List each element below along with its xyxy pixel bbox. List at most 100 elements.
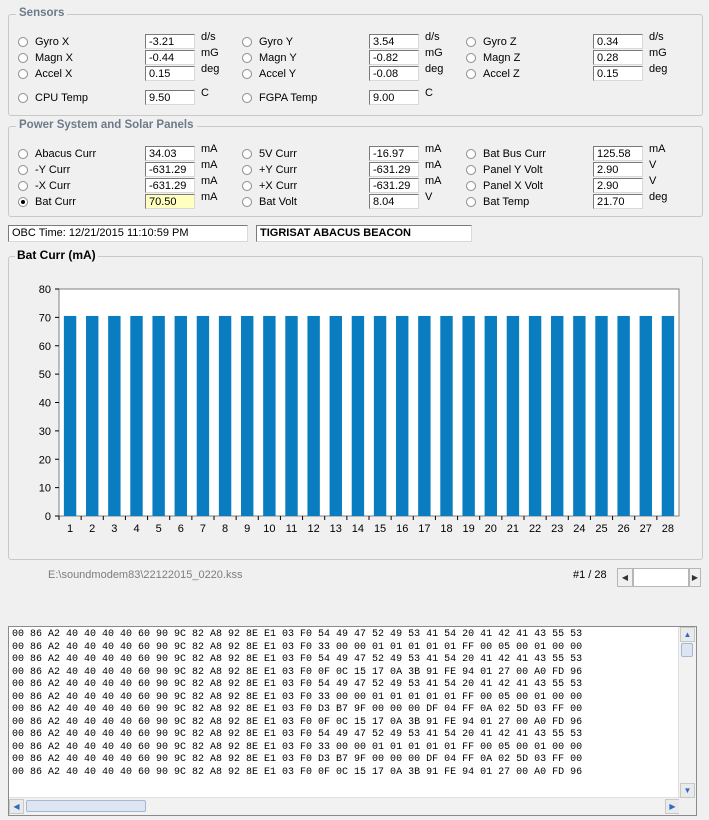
bar <box>528 315 542 516</box>
x-tick-label: 9 <box>244 523 250 535</box>
fgpa-temp-value-field: 9.00 <box>369 90 419 105</box>
radio-circle-icon[interactable] <box>242 69 252 79</box>
radio-circle-icon[interactable] <box>242 197 252 207</box>
hex-line: 00 86 A2 40 40 40 40 60 90 9C 82 A8 92 8… <box>12 729 583 740</box>
x-tick-label: 20 <box>485 523 497 535</box>
hex-line: 00 86 A2 40 40 40 40 60 90 9C 82 A8 92 8… <box>12 716 583 728</box>
x-tick-label: 1 <box>67 523 73 535</box>
radio-circle-icon[interactable] <box>18 53 28 63</box>
radio-circle-icon[interactable] <box>466 69 476 79</box>
scroll-left-arrow-icon[interactable]: ◀ <box>9 799 24 814</box>
bar <box>285 315 298 516</box>
5v-curr-unit: mA <box>425 143 442 155</box>
radio-label: Gyro Y <box>259 36 294 48</box>
gyro-z-unit: d/s <box>649 31 664 43</box>
radio-circle-icon[interactable] <box>18 149 28 159</box>
radio-circle-icon[interactable] <box>242 93 252 103</box>
panel-y-volt-value-field: 2.90 <box>593 162 643 177</box>
horizontal-scrollbar[interactable]: ◀ ▶ <box>9 797 680 815</box>
radio-circle-icon[interactable] <box>466 53 476 63</box>
y-tick-label: 0 <box>45 511 51 523</box>
prev-record-button[interactable]: ◀ <box>617 568 633 587</box>
panel-x-volt-unit: V <box>649 175 657 187</box>
horizontal-scroll-thumb[interactable] <box>26 800 146 812</box>
x-curr-unit: mA <box>201 175 218 187</box>
y-tick-label: 70 <box>39 312 51 324</box>
record-scroll-track[interactable] <box>633 568 689 587</box>
radio-circle-icon[interactable] <box>18 165 28 175</box>
magn-y-value-field: -0.82 <box>369 50 419 65</box>
radio-circle-icon[interactable] <box>242 149 252 159</box>
radio-circle-icon[interactable] <box>18 181 28 191</box>
magn-z-value-field: 0.28 <box>593 50 643 65</box>
cpu-temp-value-field: 9.50 <box>145 90 195 105</box>
abacus-curr-value-field: 34.03 <box>145 146 195 161</box>
accel-y-value-field: -0.08 <box>369 66 419 81</box>
scroll-down-arrow-icon[interactable]: ▼ <box>680 783 695 798</box>
gyro-x-unit: d/s <box>201 31 216 43</box>
radio-circle-icon[interactable] <box>466 197 476 207</box>
x-tick-label: 27 <box>640 523 652 535</box>
abacus-curr-unit: mA <box>201 143 218 155</box>
plot-area <box>58 288 680 517</box>
radio-circle-icon[interactable] <box>242 53 252 63</box>
gyro-y-value-field: 3.54 <box>369 34 419 49</box>
radio-label: 5V Curr <box>259 148 297 160</box>
radio-label: Bat Curr <box>35 196 76 208</box>
hex-line: 00 86 A2 40 40 40 40 60 90 9C 82 A8 92 8… <box>12 629 583 640</box>
radio-label: Magn Z <box>483 52 521 64</box>
bar <box>196 315 210 516</box>
radio-circle-icon[interactable] <box>18 37 28 47</box>
scroll-right-arrow-icon[interactable]: ▶ <box>665 799 680 814</box>
x-tick-label: 22 <box>529 523 541 535</box>
magn-y-unit: mG <box>425 47 443 59</box>
radio-label: Magn Y <box>259 52 297 64</box>
bar <box>152 315 165 516</box>
sensors-group: Sensors <box>8 7 703 116</box>
hex-line: 00 86 A2 40 40 40 40 60 90 9C 82 A8 92 8… <box>12 691 583 703</box>
fgpa-temp-unit: C <box>425 87 433 99</box>
y-tick-label: 20 <box>39 454 51 466</box>
radio-circle-icon[interactable] <box>18 197 28 207</box>
vertical-scrollbar[interactable]: ▲ ▼ <box>678 627 696 798</box>
gyro-y-unit: d/s <box>425 31 440 43</box>
hex-line: 00 86 A2 40 40 40 40 60 90 9C 82 A8 92 8… <box>12 654 583 665</box>
x-tick-label: 11 <box>286 523 297 535</box>
y-curr-unit: mA <box>201 159 218 171</box>
y-curr-value-field: -631.29 <box>145 162 195 177</box>
radio-circle-icon[interactable] <box>466 181 476 191</box>
x-tick-label: 18 <box>440 523 452 535</box>
radio-circle-icon[interactable] <box>242 165 252 175</box>
x-tick-label: 4 <box>133 523 139 535</box>
radio-circle-icon[interactable] <box>242 37 252 47</box>
hex-dump-textbox[interactable]: 00 86 A2 40 40 40 40 60 90 9C 82 A8 92 8… <box>8 626 697 816</box>
chart-group: Bat Curr (mA) 0 10 20 30 40 50 60 70 80 1 2 3 4 5 6 7 8 9… <box>8 248 703 560</box>
bar <box>396 315 409 516</box>
radio-circle-icon[interactable] <box>466 37 476 47</box>
bar <box>218 315 232 516</box>
radio-circle-icon[interactable] <box>466 149 476 159</box>
scroll-up-arrow-icon[interactable]: ▲ <box>680 627 695 642</box>
y-curr-value-field: -631.29 <box>369 162 419 177</box>
x-tick-label: 25 <box>595 523 607 535</box>
bar <box>418 315 431 516</box>
x-tick-label: 10 <box>263 523 275 535</box>
radio-circle-icon[interactable] <box>18 93 28 103</box>
vertical-scroll-thumb[interactable] <box>681 643 693 657</box>
radio-circle-icon[interactable] <box>18 69 28 79</box>
radio-label: Bat Bus Curr <box>483 148 546 160</box>
x-tick-label: 5 <box>156 523 162 535</box>
hex-line: 00 86 A2 40 40 40 40 60 90 9C 82 A8 92 8… <box>12 704 583 715</box>
scroll-corner <box>679 798 696 815</box>
bat-bus-curr-unit: mA <box>649 143 666 155</box>
radio-circle-icon[interactable] <box>242 181 252 191</box>
radio-circle-icon[interactable] <box>466 165 476 175</box>
5v-curr-value-field: -16.97 <box>369 146 419 161</box>
next-record-button[interactable]: ▶ <box>689 568 701 587</box>
x-curr-value-field: -631.29 <box>369 178 419 193</box>
bar <box>506 315 520 516</box>
bar <box>174 315 187 516</box>
x-tick-label: 28 <box>662 523 674 535</box>
bar <box>595 315 608 516</box>
bat-volt-value-field: 8.04 <box>369 194 419 209</box>
